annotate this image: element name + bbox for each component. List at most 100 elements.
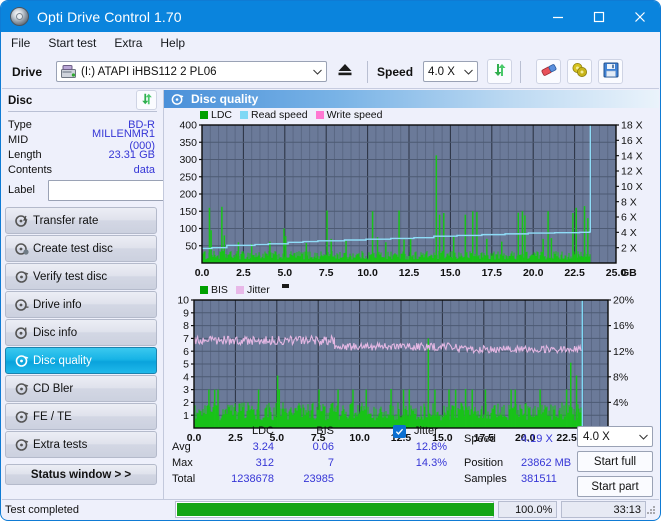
svg-text:16 X: 16 X <box>621 135 643 147</box>
window-controls <box>537 1 660 32</box>
start-part-button[interactable]: Start part <box>577 476 653 497</box>
left-panel: Disc Type BD-R MID MILLENMR1 (000) <box>2 90 161 500</box>
svg-text:1: 1 <box>183 410 189 422</box>
svg-text:100: 100 <box>179 223 197 235</box>
sidebar-item-disc-info[interactable]: Disc info <box>5 319 157 346</box>
disc-panel-header: Disc <box>8 91 157 112</box>
refresh-icon <box>140 92 154 109</box>
svg-text:5: 5 <box>183 359 189 371</box>
svg-text:8 X: 8 X <box>621 196 637 208</box>
stats-row-avg: Avg <box>172 441 191 453</box>
legend-swatch-jitter <box>236 286 244 294</box>
disc-row-length: Length 23.31 GB <box>8 147 155 162</box>
sidebar-label: Create test disc <box>33 243 113 255</box>
legend-label-read-speed: Read speed <box>251 109 308 121</box>
app-window: Opti Drive Control 1.70 File Start test … <box>0 0 661 521</box>
drive-select[interactable]: (I:) ATAPI iHBS112 2 PL06 <box>56 61 327 82</box>
speed-select[interactable]: 4.0 X <box>423 61 478 82</box>
legend-item-read-speed: Read speed <box>240 109 308 121</box>
stats-ldc-avg: 3.24 <box>204 441 274 453</box>
svg-text:6: 6 <box>183 346 189 358</box>
svg-text:50: 50 <box>185 240 197 252</box>
close-button[interactable] <box>619 1 660 32</box>
disc-key-type: Type <box>8 119 74 131</box>
sidebar-item-create-test-disc[interactable]: Create test disc <box>5 235 157 262</box>
stats-row-max: Max <box>172 457 193 469</box>
svg-text:4%: 4% <box>613 397 628 409</box>
sidebar-label: Disc quality <box>33 355 92 367</box>
stats-jitter-label: Jitter <box>414 425 438 437</box>
disc-refresh-button[interactable] <box>136 90 157 110</box>
stats-samples-value: 381511 <box>521 473 557 485</box>
nav-list: Transfer rate Create test disc Verify te… <box>5 207 157 458</box>
disc-value-contents: data <box>74 164 155 176</box>
scroll-marker <box>282 284 289 288</box>
status-message: Test completed <box>2 501 171 518</box>
legend-swatch-ldc <box>200 111 208 119</box>
sidebar-item-cd-bler[interactable]: CD Bler <box>5 375 157 402</box>
erase-button[interactable] <box>536 59 561 84</box>
page-title: Disc quality <box>191 92 258 106</box>
sidebar-item-transfer-rate[interactable]: Transfer rate <box>5 207 157 234</box>
eraser-icon <box>540 62 558 81</box>
eject-icon <box>337 63 353 80</box>
menu-file[interactable]: File <box>11 34 39 53</box>
menu-extra[interactable]: Extra <box>114 34 151 53</box>
svg-text:2 X: 2 X <box>621 242 637 254</box>
test-speed-select[interactable]: 4.0 X <box>577 426 653 447</box>
progress-percent: 100.0% <box>498 501 558 518</box>
stats-bis-avg: 0.06 <box>274 441 334 453</box>
disc-key-mid: MID <box>8 134 74 146</box>
legend-item-ldc: LDC <box>200 109 232 121</box>
stats-jitter-avg: 12.8% <box>384 441 447 453</box>
sidebar-item-verify-test-disc[interactable]: Verify test disc <box>5 263 157 290</box>
svg-text:12 X: 12 X <box>621 166 643 178</box>
status-window-button[interactable]: Status window > > <box>5 464 157 485</box>
maximize-button[interactable] <box>578 1 619 32</box>
svg-text:350: 350 <box>179 137 197 149</box>
speed-label: Speed <box>377 65 413 79</box>
sidebar-label: FE / TE <box>33 411 72 423</box>
disc-row-contents: Contents data <box>8 162 155 177</box>
sidebar-item-extra-tests[interactable]: Extra tests <box>5 431 157 458</box>
bitsetting-button[interactable] <box>567 59 592 84</box>
legend-swatch-write-speed <box>316 111 324 119</box>
svg-text:16%: 16% <box>613 320 634 332</box>
menu-help[interactable]: Help <box>160 34 194 53</box>
stats-row-total: Total <box>172 473 195 485</box>
sidebar-label: Verify test disc <box>33 271 107 283</box>
svg-text:150: 150 <box>179 206 197 218</box>
sidebar-label: Extra tests <box>33 439 87 451</box>
stats-col-ldc: LDC <box>204 425 274 437</box>
svg-text:400: 400 <box>179 121 197 132</box>
menu-start-test[interactable]: Start test <box>48 34 105 53</box>
disc-label-row: Label <box>8 180 155 200</box>
stats-speed-value: 4.19 X <box>521 433 553 445</box>
sidebar-item-disc-quality[interactable]: Disc quality <box>5 347 157 374</box>
drive-value: (I:) ATAPI iHBS112 2 PL06 <box>81 66 309 78</box>
sidebar-item-drive-info[interactable]: Drive info <box>5 291 157 318</box>
toolbar-divider-2 <box>520 61 521 83</box>
eject-button[interactable] <box>332 60 358 83</box>
svg-text:4: 4 <box>183 371 189 383</box>
legend-swatch-read-speed <box>240 111 248 119</box>
speed-value: 4.0 X <box>428 66 460 78</box>
save-button[interactable] <box>598 59 623 84</box>
sidebar-item-fe-te[interactable]: FE / TE <box>5 403 157 430</box>
bis-chart-legend: BIS Jitter <box>164 283 659 296</box>
panel-header: Disc quality <box>164 90 659 108</box>
svg-text:200: 200 <box>179 189 197 201</box>
resize-grip[interactable] <box>646 505 656 515</box>
elapsed-time: 33:13 <box>561 501 646 518</box>
svg-text:15.0: 15.0 <box>440 267 461 279</box>
start-full-button[interactable]: Start full <box>577 451 653 472</box>
svg-text:7.5: 7.5 <box>319 267 334 279</box>
fe-te-icon <box>11 410 33 424</box>
refresh-button[interactable] <box>487 59 512 84</box>
minimize-button[interactable] <box>537 1 578 32</box>
sidebar-label: Drive info <box>33 299 82 311</box>
svg-text:22.5: 22.5 <box>564 267 585 279</box>
svg-text:8%: 8% <box>613 371 628 383</box>
stats-ldc-max: 312 <box>204 457 274 469</box>
jitter-checkbox[interactable] <box>393 425 406 438</box>
